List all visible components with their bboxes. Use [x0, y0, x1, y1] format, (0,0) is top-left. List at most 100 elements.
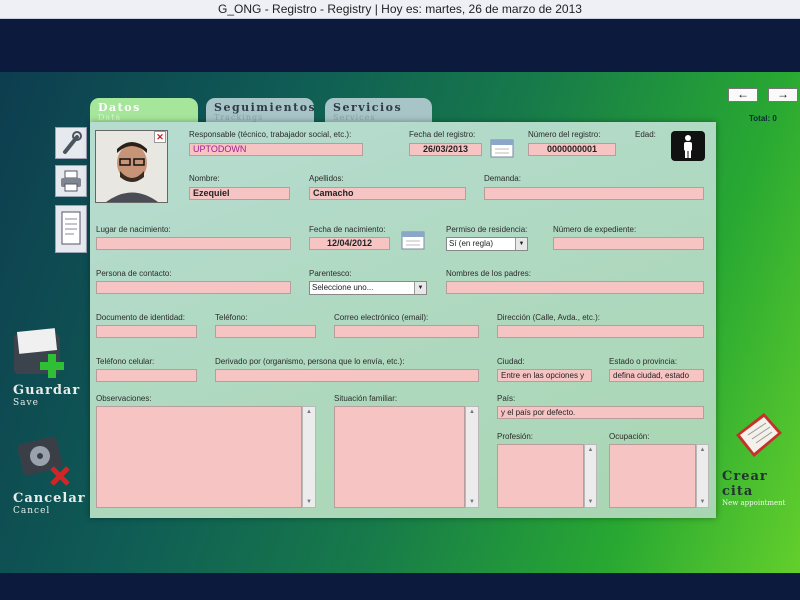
fecha-nacimiento-field[interactable]: 12/04/2012 [309, 237, 390, 250]
situacion-familiar-label: Situación familiar: [334, 394, 398, 403]
scroll-up-icon: ▲ [587, 447, 594, 453]
create-appointment-button[interactable]: Crear cita New appointment [722, 405, 800, 507]
person-icon [684, 135, 692, 158]
profesion-textarea[interactable] [497, 444, 584, 508]
observaciones-label: Observaciones: [96, 394, 152, 403]
profesion-scrollbar[interactable]: ▲ ▼ [584, 444, 597, 508]
ocupacion-label: Ocupación: [609, 432, 650, 441]
ciudad-label: Ciudad: [497, 357, 525, 366]
save-sublabel: Save [13, 398, 39, 408]
situacion-familiar-textarea[interactable] [334, 406, 465, 508]
fecha-registro-field[interactable]: 26/03/2013 [409, 143, 482, 156]
parentesco-select[interactable]: Seleccione uno... ▼ [309, 281, 427, 295]
derivado-por-label: Derivado por (organismo, persona que lo … [215, 357, 405, 366]
cancel-icon [17, 436, 70, 486]
numero-expediente-label: Número de expediente: [553, 225, 637, 234]
fecha-registro-label: Fecha del registro: [409, 130, 476, 139]
previous-record-button[interactable]: ← [728, 88, 758, 102]
calendar-book-icon [736, 413, 782, 457]
scroll-up-icon: ▲ [469, 409, 475, 415]
scroll-down-icon: ▼ [699, 499, 706, 505]
total-count: Total: 0 [749, 114, 777, 123]
save-label: Guardar [13, 383, 81, 398]
cancel-button[interactable]: Cancelar Cancel [8, 430, 86, 520]
correo-field[interactable] [334, 325, 479, 338]
top-band [0, 19, 800, 72]
ocupacion-textarea[interactable] [609, 444, 696, 508]
pais-label: País: [497, 394, 516, 403]
lugar-nacimiento-field[interactable] [96, 237, 291, 250]
permiso-residencia-label: Permiso de residencia: [446, 225, 528, 234]
tab-datos[interactable]: Datos Data [90, 98, 198, 124]
documento-identidad-field[interactable] [96, 325, 197, 338]
estado-provincia-field[interactable]: defina ciudad, estado [609, 369, 704, 382]
form-panel: ✕ Responsable (técnico, trabajador socia… [90, 122, 716, 518]
save-button[interactable]: Guardar Save [8, 320, 81, 415]
numero-registro-field[interactable]: 0000000001 [528, 143, 616, 156]
tab-sublabel: Trackings [214, 113, 264, 122]
situacion-familiar-scrollbar[interactable]: ▲ ▼ [465, 406, 479, 508]
tab-seguimientos[interactable]: Seguimientos Trackings [206, 98, 315, 124]
observaciones-scrollbar[interactable]: ▲ ▼ [302, 406, 316, 508]
scroll-down-icon: ▼ [469, 499, 475, 505]
print-button[interactable] [55, 165, 87, 197]
numero-expediente-field[interactable] [553, 237, 704, 250]
observaciones-textarea[interactable] [96, 406, 302, 508]
telefono-field[interactable] [215, 325, 316, 338]
document-icon [61, 211, 81, 245]
numero-registro-label: Número del registro: [528, 130, 601, 139]
apellidos-label: Apellidos: [309, 174, 344, 183]
apellidos-field[interactable]: Camacho [309, 187, 466, 200]
cancel-label: Cancelar [13, 491, 86, 506]
appointment-label: Crear cita [722, 469, 768, 499]
ocupacion-scrollbar[interactable]: ▲ ▼ [696, 444, 709, 508]
nombre-field[interactable]: Ezequiel [189, 187, 290, 200]
correo-label: Correo electrónico (email): [334, 313, 429, 322]
demanda-field[interactable] [484, 187, 704, 200]
nombres-padres-field[interactable] [446, 281, 704, 294]
persona-contacto-field[interactable] [96, 281, 291, 294]
direccion-label: Dirección (Calle, Avda., etc.): [497, 313, 601, 322]
nombre-label: Nombre: [189, 174, 220, 183]
demanda-label: Demanda: [484, 174, 521, 183]
remove-photo-button[interactable]: ✕ [154, 131, 166, 143]
tab-sublabel: Services [333, 113, 376, 122]
documento-identidad-label: Documento de identidad: [96, 313, 185, 322]
save-icon [14, 328, 64, 378]
calendar-icon [401, 231, 425, 250]
scroll-down-icon: ▼ [587, 499, 594, 505]
profesion-label: Profesión: [497, 432, 534, 441]
responsable-field[interactable]: UPTODOWN [189, 143, 363, 156]
pais-field[interactable]: y el país por defecto. [497, 406, 704, 419]
next-record-button[interactable]: → [768, 88, 798, 102]
permiso-residencia-value: Sí (en regla) [449, 239, 494, 248]
edit-button[interactable] [55, 127, 87, 159]
cancel-sublabel: Cancel [13, 506, 51, 516]
gender-button[interactable] [671, 131, 705, 161]
calendar-icon [490, 139, 514, 158]
calendar-button[interactable] [490, 138, 514, 158]
tab-servicios[interactable]: Servicios Services [325, 98, 432, 124]
birthdate-calendar-button[interactable] [401, 230, 425, 250]
arrow-right-icon: → [777, 87, 789, 101]
report-button[interactable] [55, 205, 87, 253]
tab-sublabel: Data [98, 113, 122, 122]
arrow-left-icon: ← [737, 87, 749, 101]
close-icon: ✕ [156, 132, 164, 142]
bottom-band [0, 573, 800, 600]
permiso-residencia-select[interactable]: Sí (en regla) ▼ [446, 237, 528, 251]
scroll-down-icon: ▼ [306, 499, 312, 505]
printer-icon [61, 170, 81, 192]
chevron-down-icon: ▼ [515, 238, 527, 250]
parentesco-label: Parentesco: [309, 269, 352, 278]
estado-provincia-label: Estado o provincia: [609, 357, 678, 366]
window-title: G_ONG - Registro - Registry | Hoy es: ma… [0, 0, 800, 19]
appointment-sublabel: New appointment [722, 499, 786, 507]
telefono-celular-field[interactable] [96, 369, 197, 382]
edad-label: Edad: [635, 130, 656, 139]
direccion-field[interactable] [497, 325, 704, 338]
derivado-por-field[interactable] [215, 369, 479, 382]
wrench-icon [63, 131, 82, 154]
persona-contacto-label: Persona de contacto: [96, 269, 172, 278]
ciudad-field[interactable]: Entre en las opciones y [497, 369, 592, 382]
